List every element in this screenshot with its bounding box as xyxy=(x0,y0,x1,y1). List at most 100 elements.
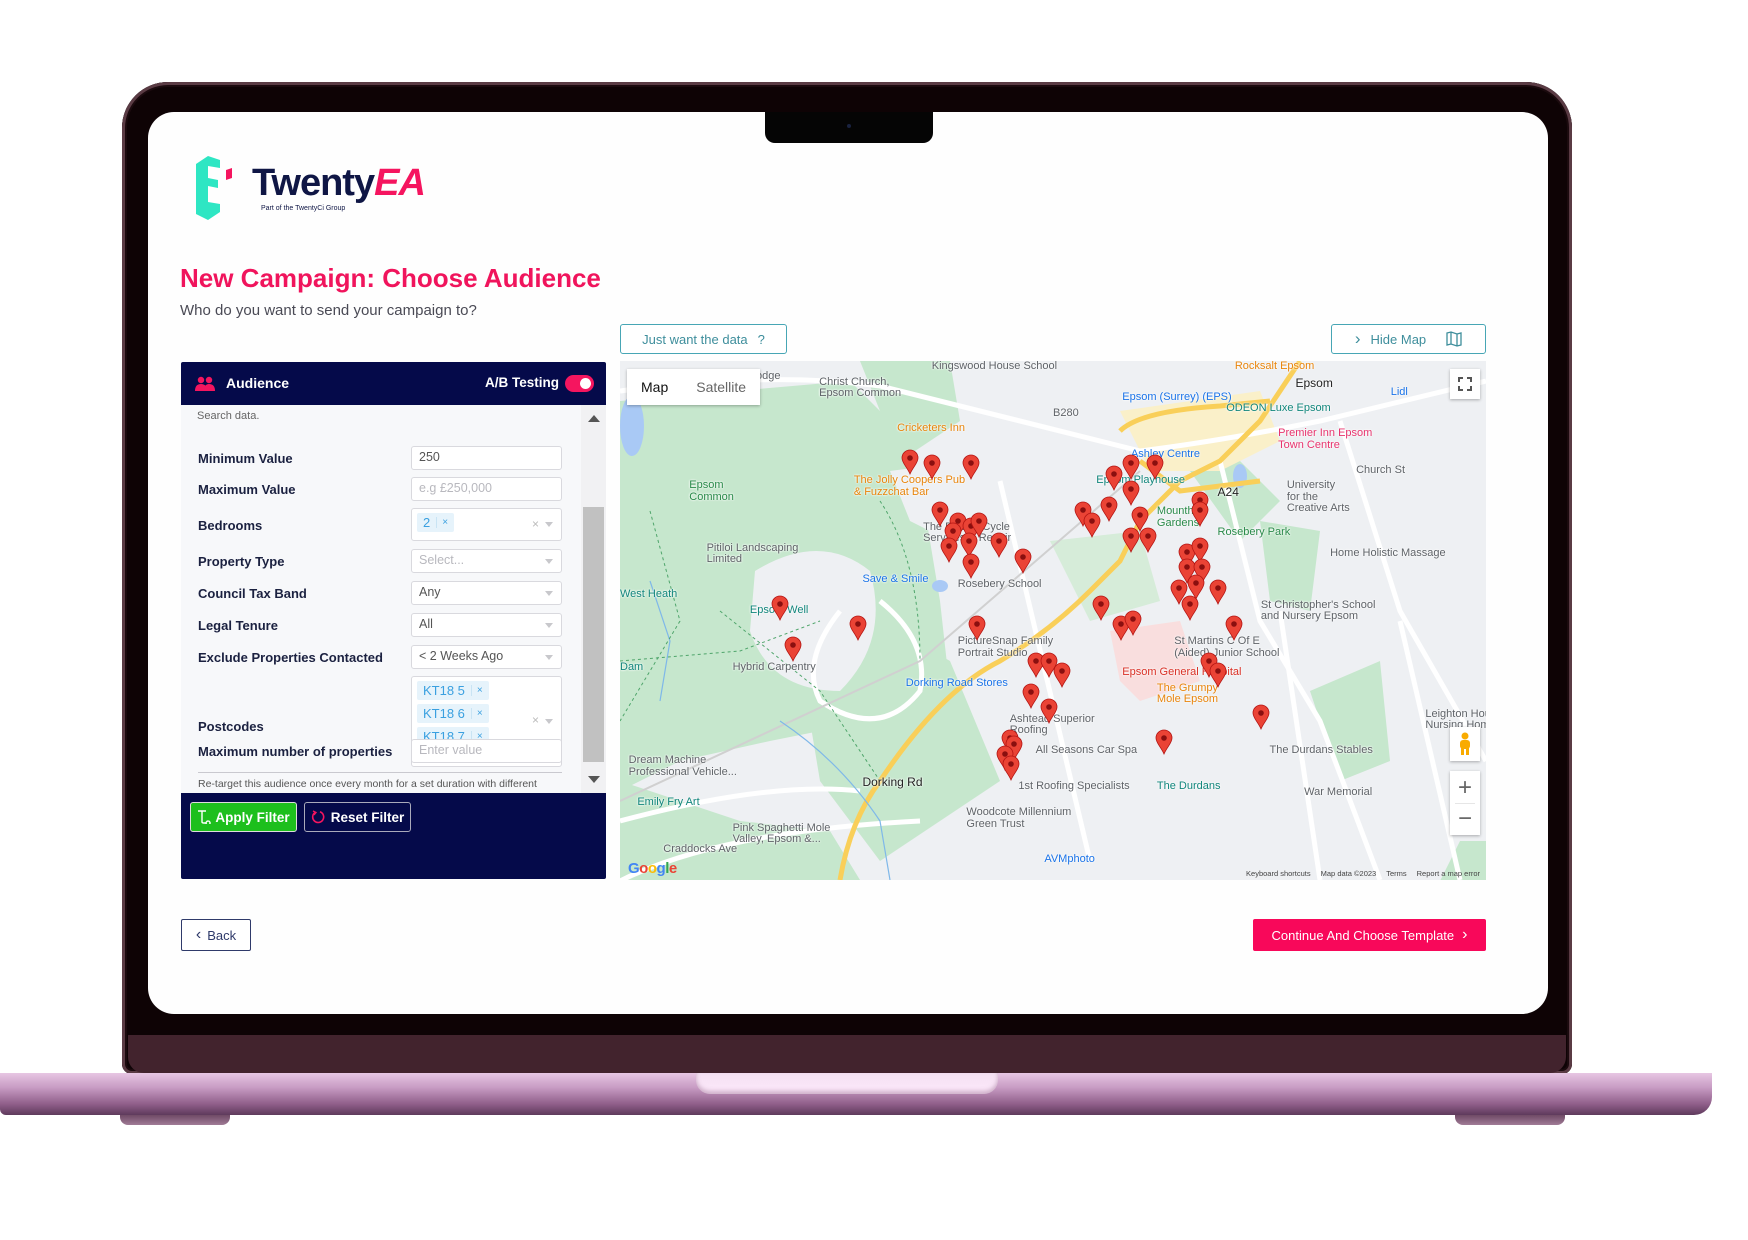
map-marker-icon[interactable] xyxy=(1022,683,1040,709)
map-place-label[interactable]: Rosebery School xyxy=(958,578,1042,591)
council-tax-select[interactable]: Any xyxy=(411,581,562,605)
map-marker-icon[interactable] xyxy=(1100,496,1118,522)
map-place-label[interactable]: Rosebery Park xyxy=(1218,527,1291,539)
property-type-select[interactable]: Select... xyxy=(411,549,562,573)
fullscreen-button[interactable] xyxy=(1450,369,1480,399)
map-place-label[interactable]: Epsom xyxy=(1295,376,1332,390)
map-place-label[interactable]: Epsom (Surrey) (EPS) xyxy=(1122,392,1231,404)
hide-map-button[interactable]: › Hide Map xyxy=(1331,324,1486,354)
chevron-down-icon[interactable] xyxy=(545,522,553,527)
street-view-pegman[interactable] xyxy=(1450,727,1480,761)
map-marker-icon[interactable] xyxy=(1252,704,1270,730)
map-place-label[interactable]: Woodcote Millennium Green Trust xyxy=(966,807,1071,830)
back-button[interactable]: ‹ Back xyxy=(181,919,251,951)
map-marker-icon[interactable] xyxy=(1155,729,1173,756)
map-place-label[interactable]: Pitiloi Landscaping Limited xyxy=(707,542,799,566)
map-place-label[interactable]: B280 xyxy=(1053,407,1079,420)
map-place-label[interactable]: The Jolly Coopers Pub & Fuzzchat Bar xyxy=(854,474,965,498)
legal-tenure-select[interactable]: All xyxy=(411,613,562,637)
map-place-label[interactable]: All Seasons Car Spa xyxy=(1036,744,1138,757)
map-place-label[interactable]: Dorking Road Stores xyxy=(906,677,1008,690)
map-type-satellite-tab[interactable]: Satellite xyxy=(682,379,760,395)
map-place-label[interactable]: Christ Church, Epsom Common xyxy=(819,376,901,400)
map-marker-icon[interactable] xyxy=(1105,465,1123,491)
map-marker-icon[interactable] xyxy=(1002,755,1020,782)
scroll-up-arrow-icon[interactable] xyxy=(588,415,600,422)
map-marker-icon[interactable] xyxy=(1146,454,1164,481)
map-place-label[interactable]: Dorking Rd xyxy=(862,776,922,789)
map-marker-icon[interactable] xyxy=(1092,595,1110,621)
ab-testing-toggle[interactable] xyxy=(565,375,594,392)
chip-remove-icon[interactable]: × xyxy=(470,708,483,719)
map-place-label[interactable]: Craddocks Ave xyxy=(663,843,737,856)
map-place-label[interactable]: ODEON Luxe Epsom xyxy=(1226,402,1331,415)
map-place-label[interactable]: AVMphoto xyxy=(1044,853,1095,866)
map-place-label[interactable]: Save & Smile xyxy=(862,573,928,586)
map-marker-icon[interactable] xyxy=(1181,595,1199,621)
map-marker-icon[interactable] xyxy=(771,595,789,621)
report-map-error-link[interactable]: Report a map error xyxy=(1417,869,1480,878)
map-marker-icon[interactable] xyxy=(990,532,1008,559)
keyboard-shortcuts-link[interactable]: Keyboard shortcuts xyxy=(1246,869,1311,878)
map-place-label[interactable]: St Christopher's School and Nursery Epsom xyxy=(1261,599,1376,623)
max-properties-input[interactable]: Enter value xyxy=(411,739,562,763)
map-place-label[interactable]: Home Holistic Massage xyxy=(1330,547,1446,560)
scroll-down-arrow-icon[interactable] xyxy=(588,776,600,783)
map-marker-icon[interactable] xyxy=(1225,615,1243,642)
map-marker-icon[interactable] xyxy=(901,449,919,476)
panel-scrollbar[interactable] xyxy=(581,405,606,793)
map-marker-icon[interactable] xyxy=(940,537,958,564)
map-place-label[interactable]: Pink Spaghetti Mole Valley, Epsom &... xyxy=(733,822,831,846)
map-marker-icon[interactable] xyxy=(1139,527,1157,554)
map-marker-icon[interactable] xyxy=(1083,512,1101,538)
terms-link[interactable]: Terms xyxy=(1386,869,1406,878)
map-marker-icon[interactable] xyxy=(1209,662,1227,689)
map-marker-icon[interactable] xyxy=(962,553,980,580)
map-marker-icon[interactable] xyxy=(968,615,986,642)
clear-icon[interactable]: × xyxy=(532,517,539,531)
brand-logo[interactable]: TwentyEA Part of the TwentyCi Group xyxy=(196,156,456,220)
map-place-label[interactable]: Church St xyxy=(1356,464,1405,477)
chevron-down-icon[interactable] xyxy=(545,719,553,724)
map-place-label[interactable]: Dream Machine Professional Vehicle... xyxy=(629,755,737,778)
map-marker-icon[interactable] xyxy=(1040,698,1058,725)
scrollbar-thumb[interactable] xyxy=(583,507,604,762)
map-marker-icon[interactable] xyxy=(849,615,867,642)
min-value-input[interactable]: 250 xyxy=(411,446,562,470)
bedrooms-select[interactable]: 2 × × xyxy=(411,508,562,541)
clear-icon[interactable]: × xyxy=(532,713,539,727)
map-marker-icon[interactable] xyxy=(962,454,980,481)
zoom-out-button[interactable]: − xyxy=(1458,804,1472,834)
map-place-label[interactable]: The Durdans xyxy=(1157,781,1221,793)
map-place-label[interactable]: West Heath xyxy=(620,589,677,601)
map-place-label[interactable]: Epsom Common xyxy=(689,480,734,503)
map-type-map-tab[interactable]: Map xyxy=(627,379,682,395)
map-marker-icon[interactable] xyxy=(1191,501,1209,528)
reset-filter-button[interactable]: Reset Filter xyxy=(304,802,411,832)
map-marker-icon[interactable] xyxy=(1014,548,1032,574)
map-place-label[interactable]: Hybrid Carpentry xyxy=(733,661,816,674)
continue-button[interactable]: Continue And Choose Template › xyxy=(1253,919,1486,951)
map-place-label[interactable]: Rocksalt Epsom xyxy=(1235,361,1314,373)
map-place-label[interactable]: Dam xyxy=(620,661,643,674)
map-place-label[interactable]: A24 xyxy=(1218,485,1239,499)
map-place-label[interactable]: Lidl xyxy=(1391,386,1408,399)
map-place-label[interactable]: Emily Fry Art xyxy=(637,796,699,809)
map-place-label[interactable]: 1st Roofing Specialists xyxy=(1018,781,1129,793)
map-marker-icon[interactable] xyxy=(1122,480,1140,507)
map-marker-icon[interactable] xyxy=(1053,662,1071,689)
map-place-label[interactable]: University for the Creative Arts xyxy=(1287,480,1350,515)
map-marker-icon[interactable] xyxy=(1124,610,1142,637)
chip-remove-icon[interactable]: × xyxy=(470,685,483,696)
exclude-contacted-select[interactable]: < 2 Weeks Ago xyxy=(411,645,562,669)
map-marker-icon[interactable] xyxy=(1209,579,1227,605)
map-place-label[interactable]: War Memorial xyxy=(1304,786,1372,799)
map-place-label[interactable]: Ashley Centre xyxy=(1131,449,1200,461)
map-marker-icon[interactable] xyxy=(1122,454,1140,481)
map-marker-icon[interactable] xyxy=(923,454,941,481)
max-value-input[interactable]: e.g £250,000 xyxy=(411,477,562,501)
map-marker-icon[interactable] xyxy=(1122,527,1140,554)
zoom-in-button[interactable]: + xyxy=(1458,773,1472,803)
map-view[interactable]: Kingswood House School Rocksalt Epsom Chri… xyxy=(620,361,1486,880)
map-place-label[interactable]: The Durdans Stables xyxy=(1270,744,1373,757)
